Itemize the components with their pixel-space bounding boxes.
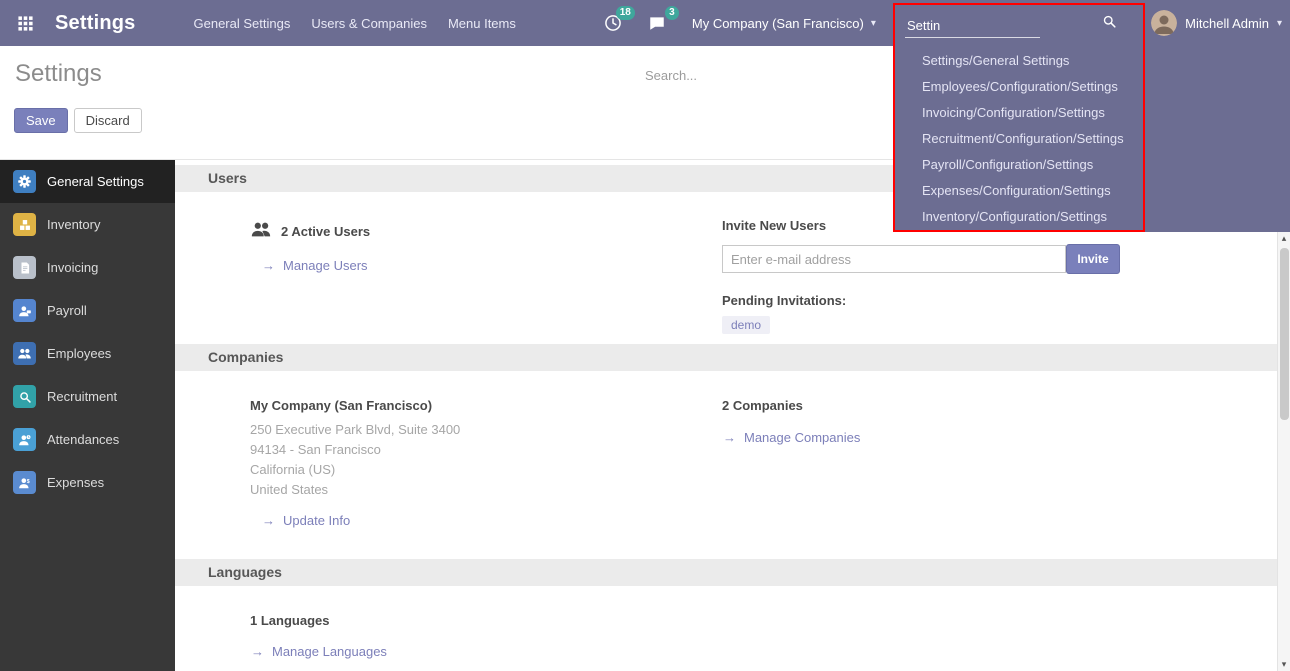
sidebar-item-label: Recruitment — [47, 389, 117, 404]
messages-chat-icon[interactable]: 3 — [646, 12, 668, 34]
sidebar-item-label: Employees — [47, 346, 111, 361]
manage-companies-label: Manage Companies — [744, 430, 860, 445]
top-navbar: Settings General Settings Users & Compan… — [0, 0, 1290, 46]
recruitment-icon — [13, 385, 36, 408]
caret-down-icon: ▾ — [1277, 18, 1282, 29]
manage-users-link[interactable]: → Manage Users — [262, 258, 368, 273]
section-header-companies: Companies — [175, 344, 1277, 371]
inventory-icon — [13, 213, 36, 236]
search-result-item[interactable]: Recruitment/Configuration/Settings — [895, 126, 1147, 152]
sidebar-item-invoicing[interactable]: Invoicing — [0, 246, 175, 289]
navbar-search-input[interactable] — [905, 18, 1040, 38]
apps-grid-icon[interactable] — [14, 12, 36, 34]
sidebar-item-expenses[interactable]: $ Expenses — [0, 461, 175, 504]
sidebar-item-label: Invoicing — [47, 260, 98, 275]
user-name: Mitchell Admin — [1185, 16, 1269, 31]
company-name: My Company (San Francisco) — [250, 398, 722, 413]
vertical-scrollbar[interactable]: ▴ ▾ — [1277, 232, 1290, 671]
sidebar-item-label: Payroll — [47, 303, 87, 318]
sidebar-item-payroll[interactable]: Payroll — [0, 289, 175, 332]
arrow-right-icon: → — [262, 258, 275, 273]
active-users-count: 2 Active Users — [281, 224, 370, 239]
control-panel-buttons: Save Discard — [14, 108, 142, 133]
attendances-icon — [13, 428, 36, 451]
update-info-label: Update Info — [283, 513, 350, 528]
user-menu[interactable]: Mitchell Admin ▾ — [1151, 10, 1282, 36]
settings-sidebar: General Settings Inventory Invoicing Pay… — [0, 160, 175, 671]
top-menu: General Settings Users & Companies Menu … — [194, 16, 516, 31]
scroll-up-icon[interactable]: ▴ — [1278, 232, 1290, 245]
sidebar-item-employees[interactable]: Employees — [0, 332, 175, 375]
save-button[interactable]: Save — [14, 108, 68, 133]
company-switcher-label: My Company (San Francisco) — [692, 16, 864, 31]
svg-text:$: $ — [26, 479, 29, 485]
sidebar-item-recruitment[interactable]: Recruitment — [0, 375, 175, 418]
update-info-link[interactable]: → Update Info — [262, 513, 350, 528]
expenses-icon: $ — [13, 471, 36, 494]
gear-icon — [13, 170, 36, 193]
address-line: 250 Executive Park Blvd, Suite 3400 — [250, 420, 722, 440]
settings-content: Users 2 Active Users → Manage Users Invi… — [175, 160, 1277, 671]
manage-languages-link[interactable]: → Manage Languages — [251, 644, 387, 659]
search-result-item[interactable]: Payroll/Configuration/Settings — [895, 152, 1147, 178]
systray: 18 3 — [602, 12, 668, 34]
search-input[interactable] — [645, 64, 885, 86]
employees-icon — [13, 342, 36, 365]
manage-languages-label: Manage Languages — [272, 644, 387, 659]
section-languages: 1 Languages → Manage Languages — [175, 586, 1277, 661]
section-companies: My Company (San Francisco) 250 Executive… — [175, 371, 1277, 559]
pending-invitations-label: Pending Invitations: — [722, 293, 1257, 308]
scrollbar-thumb[interactable] — [1280, 248, 1289, 420]
arrow-right-icon: → — [262, 513, 275, 528]
sidebar-item-label: Attendances — [47, 432, 119, 447]
sidebar-item-label: General Settings — [47, 174, 144, 189]
users-icon — [250, 218, 272, 245]
page-title: Settings — [15, 60, 102, 88]
pending-invitation-tag[interactable]: demo — [722, 316, 770, 334]
search-result-item[interactable]: Employees/Configuration/Settings — [895, 74, 1147, 100]
menu-general-settings[interactable]: General Settings — [194, 16, 291, 31]
sidebar-item-label: Expenses — [47, 475, 104, 490]
payroll-icon — [13, 299, 36, 322]
sidebar-item-attendances[interactable]: Attendances — [0, 418, 175, 461]
navbar-search-box — [905, 8, 1117, 38]
messages-badge: 3 — [665, 6, 679, 20]
sidebar-item-label: Inventory — [47, 217, 100, 232]
search-results-list: Settings/General Settings Employees/Conf… — [895, 48, 1147, 230]
manage-users-label: Manage Users — [283, 258, 368, 273]
search-icon[interactable] — [1102, 14, 1117, 34]
search-result-item[interactable]: Expenses/Configuration/Settings — [895, 178, 1147, 204]
sidebar-item-inventory[interactable]: Inventory — [0, 203, 175, 246]
scroll-down-icon[interactable]: ▾ — [1278, 658, 1290, 671]
companies-count: 2 Companies — [722, 398, 1257, 413]
discard-button[interactable]: Discard — [74, 108, 142, 133]
address-line: United States — [250, 480, 722, 500]
activities-clock-icon[interactable]: 18 — [602, 12, 624, 34]
address-line: California (US) — [250, 460, 722, 480]
menu-search-dropdown: Settings/General Settings Employees/Conf… — [895, 46, 1290, 232]
company-switcher[interactable]: My Company (San Francisco) ▾ — [692, 16, 876, 31]
app-title: Settings — [55, 12, 136, 35]
search-result-item[interactable]: Inventory/Configuration/Settings — [895, 204, 1147, 230]
avatar — [1151, 10, 1177, 36]
arrow-right-icon: → — [723, 430, 736, 445]
address-line: 94134 - San Francisco — [250, 440, 722, 460]
section-header-languages: Languages — [175, 559, 1277, 586]
invoicing-icon — [13, 256, 36, 279]
languages-count: 1 Languages — [250, 613, 722, 628]
search-result-item[interactable]: Invoicing/Configuration/Settings — [895, 100, 1147, 126]
invite-email-field[interactable] — [722, 245, 1066, 273]
invite-button[interactable]: Invite — [1066, 244, 1120, 274]
manage-companies-link[interactable]: → Manage Companies — [723, 430, 860, 445]
menu-menu-items[interactable]: Menu Items — [448, 16, 516, 31]
search-result-item[interactable]: Settings/General Settings — [895, 48, 1147, 74]
activities-badge: 18 — [616, 6, 635, 20]
company-address: 250 Executive Park Blvd, Suite 3400 9413… — [250, 420, 722, 500]
caret-down-icon: ▾ — [871, 18, 876, 29]
menu-users-companies[interactable]: Users & Companies — [311, 16, 427, 31]
arrow-right-icon: → — [251, 644, 264, 659]
sidebar-item-general-settings[interactable]: General Settings — [0, 160, 175, 203]
